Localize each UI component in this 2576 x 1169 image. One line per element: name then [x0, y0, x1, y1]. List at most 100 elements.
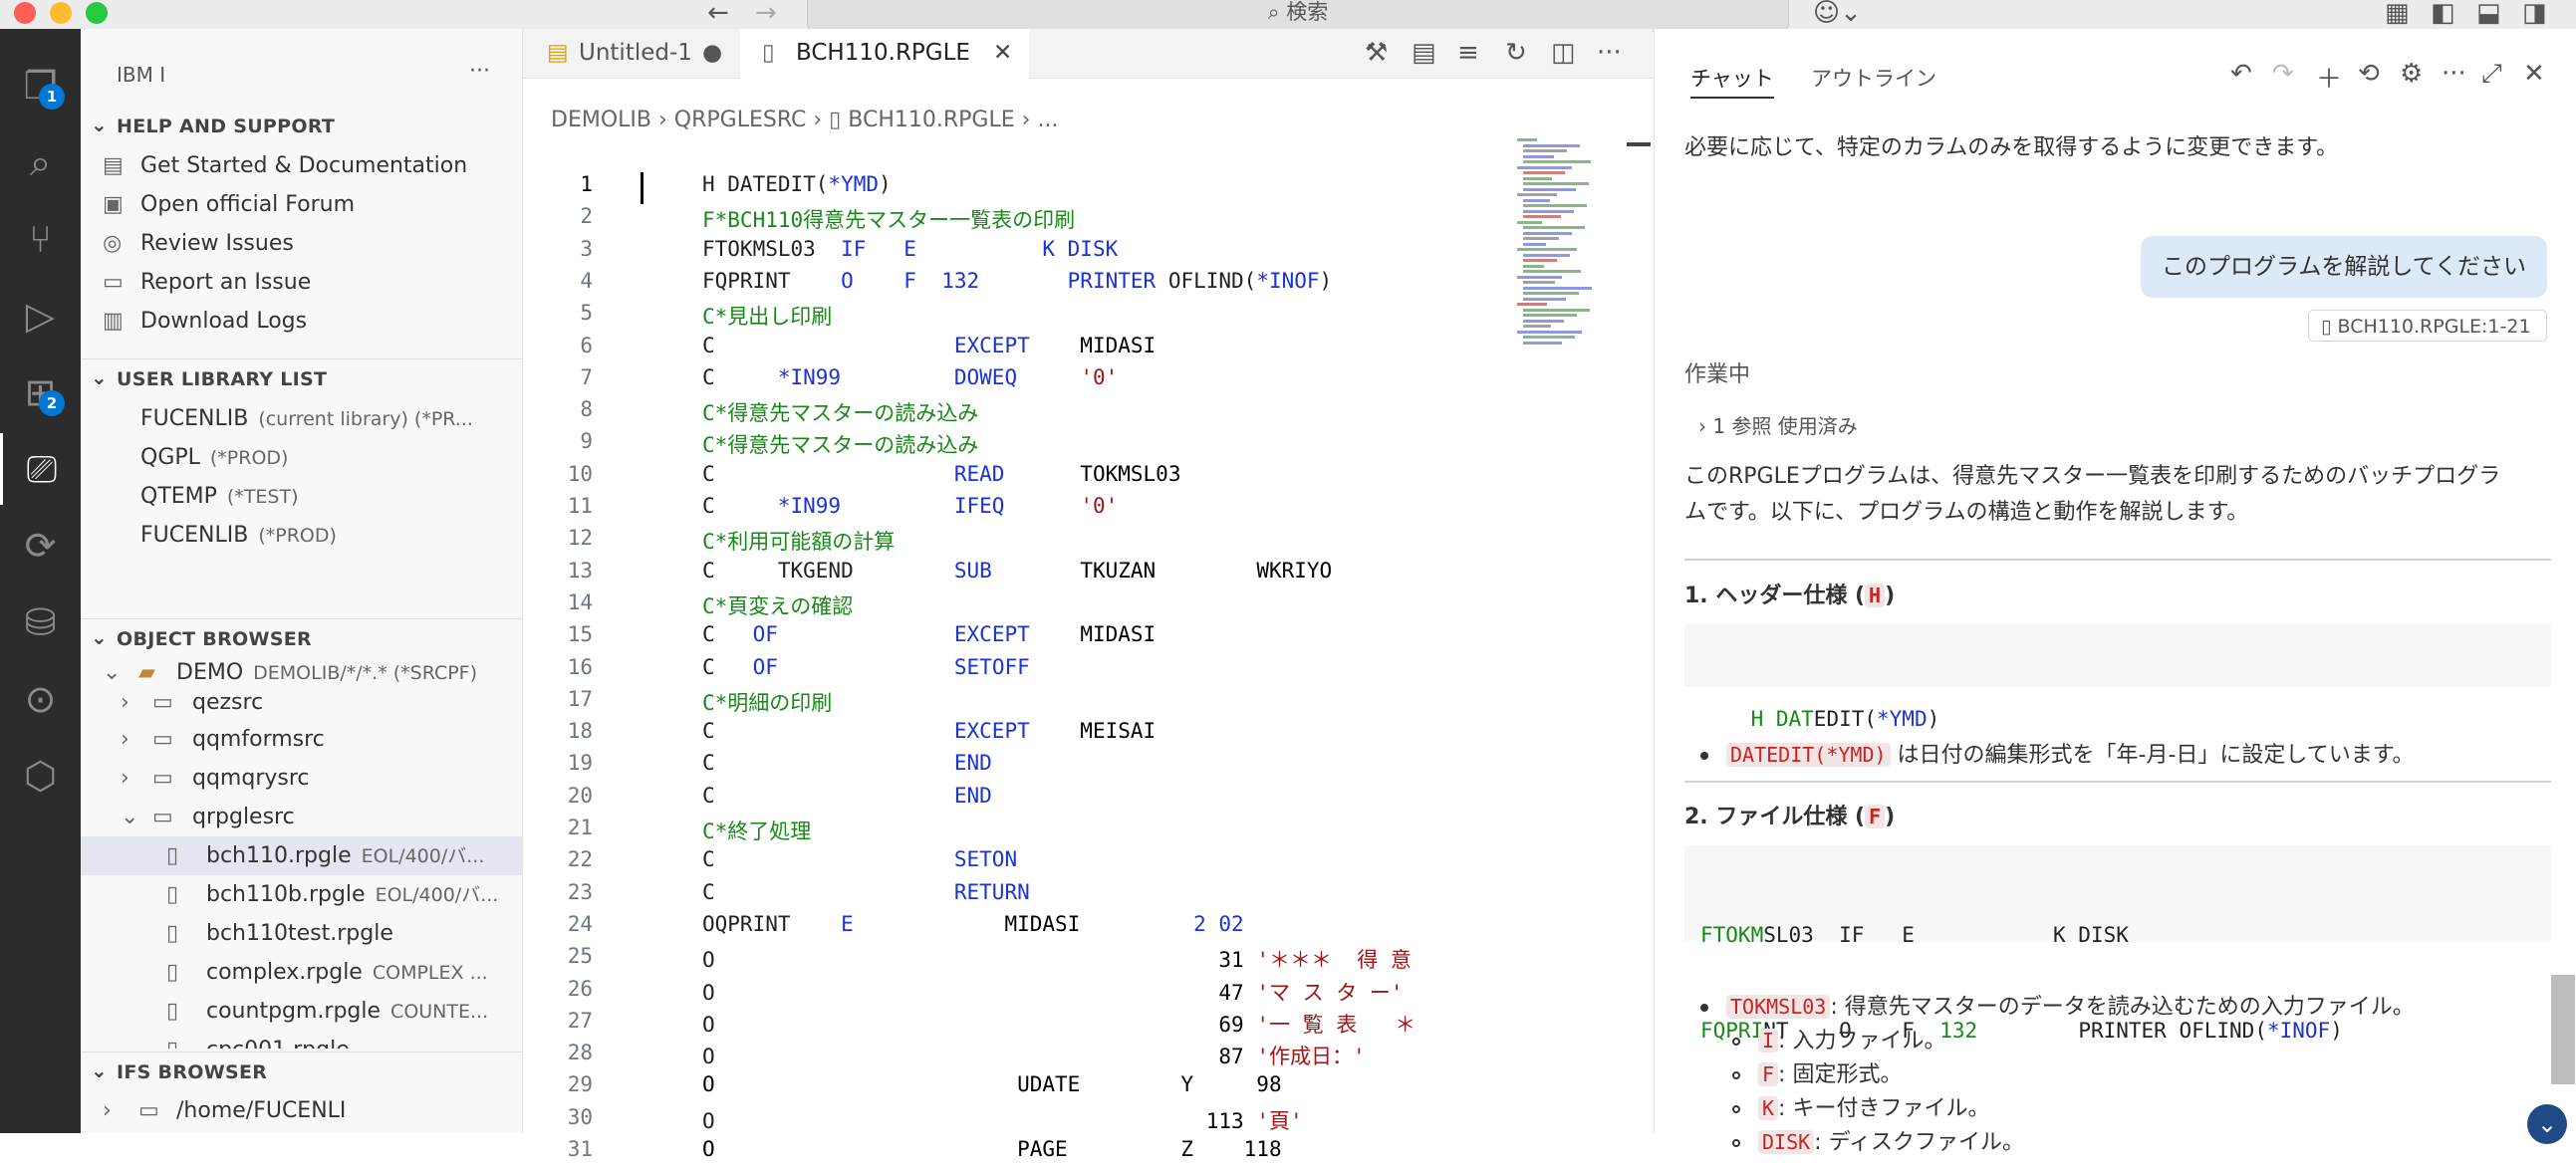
more-actions-icon[interactable]: ··· — [1597, 38, 1622, 68]
undo-icon[interactable]: ↶ — [2230, 59, 2252, 89]
code-line[interactable]: 22 C SETON — [523, 847, 1653, 879]
breadcrumb-item[interactable]: DEMOLIB — [551, 108, 651, 132]
sidebar-more-icon[interactable]: ··· — [469, 59, 490, 84]
folder-item[interactable]: › ▭ qezsrc — [81, 691, 522, 721]
code-line[interactable]: 23 C RETURN — [523, 880, 1653, 912]
code-line[interactable]: 15 C OF EXCEPT MIDASI — [523, 622, 1653, 654]
hexagon-icon[interactable]: ⬡ — [0, 740, 81, 812]
code-line[interactable]: 26 O 47 'マ ス タ ー' — [523, 977, 1653, 1009]
code-line[interactable]: 16 C OF SETOFF — [523, 655, 1653, 687]
code-line[interactable]: 8 C*得意先マスターの読み込み — [523, 397, 1653, 429]
code-line[interactable]: 30 O 113 '頁' — [523, 1105, 1653, 1137]
document-icon[interactable]: ▤ — [1412, 38, 1436, 68]
remote-explorer-icon[interactable]: ⟳ — [0, 510, 81, 582]
breadcrumb-item[interactable]: QRPGLESRC — [674, 108, 807, 132]
code-line[interactable]: 27 O 69 '一 覧 表 ＊ — [523, 1009, 1653, 1041]
close-icon[interactable]: ✕ — [993, 29, 1012, 78]
code-line[interactable]: 13 C TKGEND SUB TKUZAN WKRIYO — [523, 559, 1653, 590]
file-item[interactable]: ▯ bch110test.rpgle — [81, 914, 522, 953]
help-item-report[interactable]: ▭ Report an Issue — [81, 263, 522, 302]
split-editor-icon[interactable]: ◫ — [1551, 38, 1576, 68]
history-icon[interactable]: ⟲ — [2358, 59, 2380, 89]
ifs-section-header[interactable]: ⌄ IFS BROWSER — [81, 1053, 522, 1089]
library-item[interactable]: FUCENLIB (*PROD) — [81, 516, 522, 555]
code-line[interactable]: 24 OQPRINT E MIDASI 2 02 — [523, 912, 1653, 944]
library-section-header[interactable]: ⌄ USER LIBRARY LIST — [81, 360, 522, 396]
breadcrumb-item[interactable]: BCH110.RPGLE — [848, 108, 1014, 132]
help-item-docs[interactable]: ▤ Get Started & Documentation — [81, 146, 522, 185]
redo-icon[interactable]: ↷ — [2272, 59, 2294, 89]
back-arrow-icon[interactable]: ← — [707, 0, 729, 28]
code-line[interactable]: 4 FQPRINT O F 132 PRINTER OFLIND(*INOF) — [523, 269, 1653, 301]
chat-scrollbar[interactable] — [2551, 975, 2575, 1084]
wrench-icon[interactable]: ⚒ — [1365, 38, 1388, 68]
zoom-window-button[interactable] — [86, 2, 108, 24]
file-item[interactable]: ▯ bch110.rpgle EOL/400/バ... — [81, 836, 522, 875]
help-item-logs[interactable]: ▥ Download Logs — [81, 302, 522, 341]
source-control-icon[interactable]: ⑂ — [0, 203, 81, 275]
more-actions-icon[interactable]: ··· — [2442, 59, 2466, 89]
file-item[interactable]: ▯ cpc001.rpgle — [81, 1031, 522, 1049]
folder-item[interactable]: › ▭ qqmqrysrc — [81, 759, 522, 798]
code-line[interactable]: 21 C*終了処理 — [523, 816, 1653, 847]
git-graph-icon[interactable]: ⊙ — [0, 663, 81, 735]
reference-chip[interactable]: ▯ BCH110.RPGLE:1-21 — [2308, 310, 2547, 342]
code-line[interactable]: 28 O 87 '作成日：' — [523, 1041, 1653, 1072]
format-icon[interactable]: ≡ — [1457, 38, 1479, 68]
ifs-item[interactable]: › ▭ /home/FUCENLI — [81, 1091, 522, 1130]
close-icon[interactable]: ✕ — [2523, 59, 2545, 89]
ibm-i-icon[interactable]: ⎚ — [0, 433, 81, 505]
tab-untitled[interactable]: ▤ Untitled-1 ● — [523, 29, 740, 78]
folder-item[interactable]: ⌄ ▭ qrpglesrc — [81, 798, 522, 836]
scroll-down-button[interactable]: ⌄ — [2527, 1104, 2567, 1144]
library-item[interactable]: QGPL (*PROD) — [81, 438, 522, 477]
breadcrumb-item[interactable]: ... — [1037, 108, 1058, 132]
editor-scrollbar[interactable] — [1627, 142, 1651, 146]
help-item-forum[interactable]: ▣ Open official Forum — [81, 185, 522, 224]
close-window-button[interactable] — [14, 2, 36, 24]
extensions-icon[interactable]: ⊞ 2 — [0, 356, 81, 428]
code-line[interactable]: 12 C*利用可能額の計算 — [523, 526, 1653, 558]
code-line[interactable]: 19 C END — [523, 751, 1653, 783]
code-line[interactable]: 18 C EXCEPT MEISAI — [523, 719, 1653, 751]
command-search-input[interactable]: ⌕ 検索 — [807, 0, 1789, 32]
file-item[interactable]: ▯ countpgm.rpgle COUNTE... — [81, 992, 522, 1031]
code-line[interactable]: 3 FTOKMSL03 IF E K DISK — [523, 237, 1653, 269]
minimize-window-button[interactable] — [50, 2, 72, 24]
code-line[interactable]: 20 C END — [523, 784, 1653, 816]
library-item[interactable]: FUCENLIB (current library) (*PR... — [81, 399, 522, 438]
folder-item[interactable]: › ▭ qqmformsrc — [81, 720, 522, 759]
code-line[interactable]: 14 C*頁変えの確認 — [523, 590, 1653, 622]
help-section-header[interactable]: ⌄ HELP AND SUPPORT — [81, 108, 522, 143]
new-chat-icon[interactable]: ＋ — [2316, 59, 2342, 96]
code-line[interactable]: 6 C EXCEPT MIDASI — [523, 334, 1653, 365]
code-line[interactable]: 7 C *IN99 DOWEQ '0' — [523, 365, 1653, 397]
unsaved-dot-icon[interactable]: ● — [702, 29, 722, 78]
code-line[interactable]: 11 C *IN99 IFEQ '0' — [523, 494, 1653, 526]
copilot-icon[interactable]: ☺⌄ — [1813, 0, 1862, 28]
code-line[interactable]: 29 O UDATE Y 98 — [523, 1072, 1653, 1104]
code-line[interactable]: 25 O 31 '＊＊＊ 得 意 — [523, 944, 1653, 976]
code-line[interactable]: 31 O PAGE Z 118 — [523, 1137, 1653, 1169]
tab-outline[interactable]: アウトライン — [1811, 63, 1936, 93]
toggle-sidebar-icon[interactable]: ◧ — [2431, 0, 2455, 28]
references-toggle[interactable]: › 1 参照 使用済み — [1698, 410, 1858, 439]
toggle-secondary-sidebar-icon[interactable]: ◨ — [2522, 0, 2547, 28]
help-item-issues[interactable]: ◎ Review Issues — [81, 224, 522, 263]
code-line[interactable]: 1 H DATEDIT(*YMD) — [523, 172, 1653, 204]
code-line[interactable]: 9 C*得意先マスターの読み込み — [523, 429, 1653, 461]
object-section-header[interactable]: ⌄ OBJECT BROWSER — [81, 620, 522, 656]
toggle-panel-icon[interactable]: ⬓ — [2476, 0, 2501, 28]
code-line[interactable]: 17 C*明細の印刷 — [523, 687, 1653, 719]
search-view-icon[interactable]: ⌕ — [0, 126, 81, 198]
refresh-icon[interactable]: ↻ — [1505, 38, 1527, 68]
explorer-icon[interactable]: ❐ 1 — [0, 50, 81, 121]
file-item[interactable]: ▯ bch110b.rpgle EOL/400/バ... — [81, 875, 522, 914]
object-root[interactable]: ⌄ ▰ DEMO DEMOLIB/*/*.* (*SRCPF) — [81, 653, 522, 692]
layout-customize-icon[interactable]: ▦ — [2385, 0, 2410, 28]
library-item[interactable]: QTEMP (*TEST) — [81, 477, 522, 516]
code-line[interactable]: 10 C READ TOKMSL03 — [523, 462, 1653, 494]
gear-icon[interactable]: ⚙ — [2400, 59, 2423, 89]
code-line[interactable]: 2 F*BCH110得意先マスター一覧表の印刷 — [523, 204, 1653, 236]
run-debug-icon[interactable]: ▷ — [0, 280, 81, 351]
